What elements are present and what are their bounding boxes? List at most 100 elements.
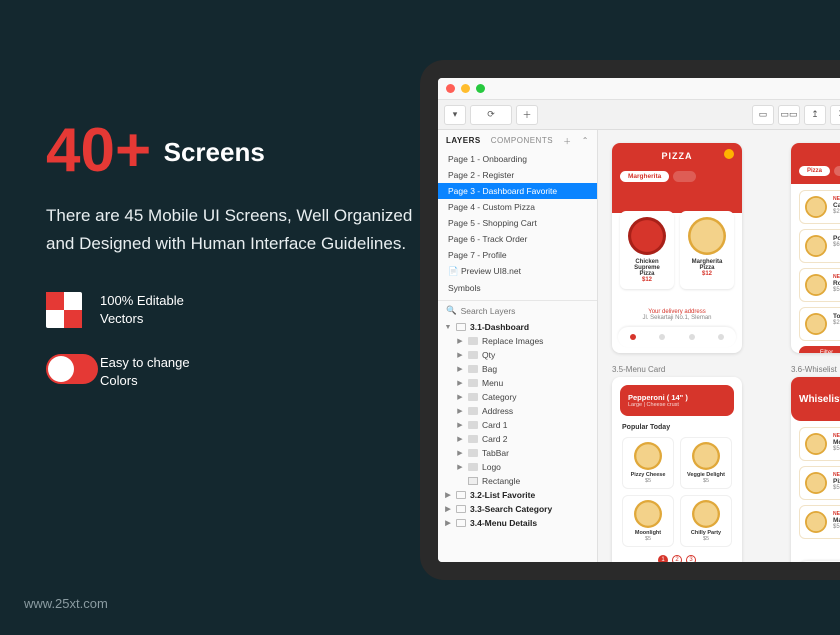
- page-row[interactable]: Page 5 - Shopping Cart: [438, 215, 597, 231]
- page-row[interactable]: Page 1 - Onboarding: [438, 151, 597, 167]
- list-item: NEW RECIPEMargherita$5: [799, 505, 840, 539]
- tool-collapse[interactable]: ▾: [444, 105, 466, 125]
- layer-item[interactable]: ▶Qty: [438, 348, 597, 362]
- section-title: Popular Today: [612, 424, 742, 431]
- filter-button: Filter: [799, 346, 840, 353]
- panel-tabs: LAYERS COMPONENTS ＋ ⌃: [438, 130, 597, 147]
- pill: Drinks: [834, 166, 840, 176]
- page-row-selected[interactable]: Page 3 - Dashboard Favorite: [438, 183, 597, 199]
- grid-card: Pizzy Cheese$5: [622, 437, 674, 489]
- feat1-l2: Vectors: [100, 310, 184, 328]
- toolbar: ▾ ⟳ ＋ ▭ ▭▭ ↥ ↧ ◑ ⤢ ✎ ◆: [438, 100, 840, 130]
- artboard-list-favorite[interactable]: Offers Pizza Drinks NEW RECIPECaprese Sa…: [791, 140, 840, 353]
- workspace: LAYERS COMPONENTS ＋ ⌃ Page 1 - Onboardin…: [438, 130, 840, 562]
- avatar-icon: [718, 334, 724, 340]
- phone-mock: Bookmark Whiselist 07 NEW RECIPEMozzarel…: [791, 377, 840, 562]
- tabbar: [797, 561, 840, 562]
- search-icon: 🔍: [446, 305, 457, 316]
- feat2-l2: Colors: [100, 372, 190, 390]
- layer-item[interactable]: ▶Card 1: [438, 418, 597, 432]
- subtitle: Bookmark: [799, 387, 840, 393]
- artboard-layer[interactable]: ▶3.3-Search Category: [438, 502, 597, 516]
- panel-overflow-icon[interactable]: ⌃: [582, 136, 589, 147]
- hero-desc: There are 45 Mobile UI Screens, Well Org…: [46, 202, 426, 258]
- pager: 1 2 3: [612, 555, 742, 562]
- hero: 40+ Screens There are 45 Mobile UI Scree…: [46, 120, 426, 390]
- layer-item[interactable]: ▶Menu: [438, 376, 597, 390]
- pages-list: Page 1 - Onboarding Page 2 - Register Pa…: [438, 147, 597, 300]
- layer-item[interactable]: ▶Logo: [438, 460, 597, 474]
- notification-icon: [724, 149, 734, 159]
- tool-forward[interactable]: ↥: [804, 105, 826, 125]
- tool-insert[interactable]: ＋: [516, 105, 538, 125]
- list-item: NEW RECIPEMozzarela$5: [799, 427, 840, 461]
- watermark: www.25xt.com: [24, 596, 108, 611]
- page-row[interactable]: 📄 Preview UI8.net: [438, 263, 597, 280]
- vectors-icon: [46, 292, 82, 328]
- page-row[interactable]: Symbols: [438, 280, 597, 296]
- chip: [673, 171, 696, 182]
- feature-colors: Easy to change Colors: [46, 354, 426, 390]
- layer-item[interactable]: ▶Replace Images: [438, 334, 597, 348]
- grid-card: Moonlight$5: [622, 495, 674, 547]
- minimize-icon[interactable]: [461, 84, 470, 93]
- address-label: Your delivery address Jl. Sekartaji No.1…: [612, 307, 742, 323]
- maximize-icon[interactable]: [476, 84, 485, 93]
- phone-mock: PIZZA Margherita Chicken Supreme Pizza: [612, 143, 742, 353]
- tool-backward[interactable]: ↧: [830, 105, 840, 125]
- window-title: Fo: [491, 84, 840, 94]
- menu-hero: Pepperoni ( 14" ) Large | Cheese crust: [620, 385, 734, 416]
- layer-item[interactable]: Rectangle: [438, 474, 597, 488]
- search-layers-input[interactable]: [461, 306, 589, 316]
- artboard-title: 3.6-Whiselist: [791, 365, 840, 374]
- layers-panel: LAYERS COMPONENTS ＋ ⌃ Page 1 - Onboardin…: [438, 130, 598, 562]
- phone-mock: Pepperoni ( 14" ) Large | Cheese crust P…: [612, 377, 742, 562]
- search-layers: 🔍: [438, 300, 597, 320]
- grid-card: Veggie Delight$5: [680, 437, 732, 489]
- canvas[interactable]: PIZZA Margherita Chicken Supreme Pizza: [598, 130, 840, 562]
- product-card: Chicken Supreme Pizza $12: [620, 211, 674, 289]
- tool-group[interactable]: ▭: [752, 105, 774, 125]
- layer-item[interactable]: ▶TabBar: [438, 446, 597, 460]
- tool-ungroup[interactable]: ▭▭: [778, 105, 800, 125]
- list-item: NEW RECIPEPizzaroni$5: [799, 466, 840, 500]
- tab-components[interactable]: COMPONENTS: [491, 136, 553, 147]
- pizza-icon: [628, 217, 666, 255]
- toggle-icon: [46, 354, 98, 384]
- header-label: Offers: [799, 151, 840, 160]
- product-card: Margherita Pizza $12: [680, 211, 734, 289]
- tab-layers[interactable]: LAYERS: [446, 136, 481, 147]
- feat1-l1: 100% Editable: [100, 292, 184, 310]
- close-icon[interactable]: [446, 84, 455, 93]
- app-window: Fo ▾ ⟳ ＋ ▭ ▭▭ ↥ ↧ ◑ ⤢ ✎ ◆ LAYERS COMPONE…: [438, 78, 840, 562]
- artboard-title: 3.5-Menu Card: [612, 365, 742, 374]
- hero-big: 40+: [46, 120, 151, 182]
- phone-mock: Offers Pizza Drinks NEW RECIPECaprese Sa…: [791, 143, 840, 353]
- pizza-icon: [688, 217, 726, 255]
- layer-item[interactable]: ▶Address: [438, 404, 597, 418]
- layer-item[interactable]: ▶Card 2: [438, 432, 597, 446]
- feat2-l1: Easy to change: [100, 354, 190, 372]
- artboard-layer[interactable]: ▶3.2-List Favorite: [438, 488, 597, 502]
- page-row[interactable]: Page 6 - Track Order: [438, 231, 597, 247]
- tool-zoom[interactable]: ⟳: [470, 105, 512, 125]
- layer-item[interactable]: ▶Category: [438, 390, 597, 404]
- chip: Margherita: [620, 171, 669, 182]
- add-page-icon[interactable]: ＋: [563, 136, 572, 147]
- page-row[interactable]: Page 4 - Custom Pizza: [438, 199, 597, 215]
- layer-tree: ▼ 3.1-Dashboard ▶Replace Images ▶Qty ▶Ba…: [438, 320, 597, 562]
- brand-label: PIZZA: [620, 151, 734, 161]
- feature-vectors: 100% Editable Vectors: [46, 292, 426, 328]
- artboard-whiselist[interactable]: 3.6-Whiselist Bookmark Whiselist 07 NEW …: [791, 365, 840, 562]
- artboard-menu-card[interactable]: 3.5-Menu Card Pepperoni ( 14" ) Large | …: [612, 365, 742, 562]
- page-row[interactable]: Page 7 - Profile: [438, 247, 597, 263]
- layer-item[interactable]: ▶Bag: [438, 362, 597, 376]
- page-row[interactable]: Page 2 - Register: [438, 167, 597, 183]
- artboard-layer[interactable]: ▶3.4-Menu Details: [438, 516, 597, 530]
- tabbar: [618, 327, 736, 347]
- hero-sub: Screens: [164, 137, 265, 168]
- artboard-layer[interactable]: ▼ 3.1-Dashboard: [438, 320, 597, 334]
- titlebar: Fo: [438, 78, 840, 100]
- laptop-frame: Fo ▾ ⟳ ＋ ▭ ▭▭ ↥ ↧ ◑ ⤢ ✎ ◆ LAYERS COMPONE…: [420, 60, 840, 580]
- artboard-dashboard[interactable]: PIZZA Margherita Chicken Supreme Pizza: [612, 140, 742, 353]
